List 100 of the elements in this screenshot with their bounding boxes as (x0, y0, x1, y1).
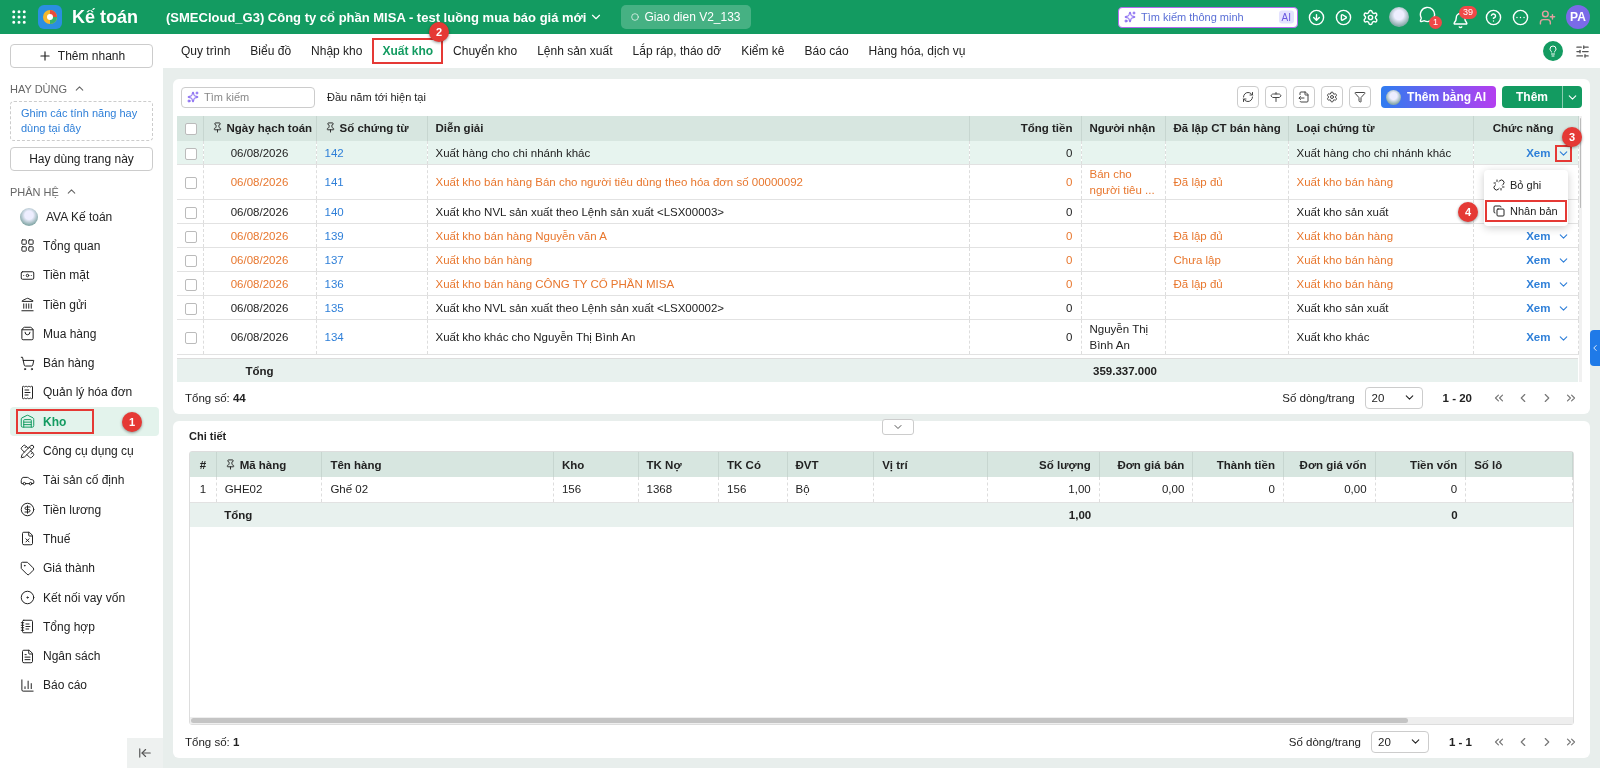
view-link[interactable]: Xem (1526, 331, 1551, 344)
tab[interactable]: Kiểm kê (733, 40, 793, 62)
sidebar-item[interactable]: AVA Kế toán (14, 202, 117, 232)
row-checkbox[interactable] (185, 177, 197, 190)
tab[interactable]: Lắp ráp, tháo dỡ (624, 40, 730, 62)
voucher-link[interactable]: 137 (324, 253, 344, 266)
sidebar-item[interactable]: Mua hàng (14, 319, 101, 349)
tab[interactable]: Hàng hóa, dịch vụ (860, 40, 974, 62)
table-row[interactable]: 06/08/2026 134 Xuất kho khác cho Nguyễn Thị Bình An 0 Nguyễn Thị Bình An Xuất kho khác Xem (177, 319, 1578, 355)
voucher-link[interactable]: 141 (324, 176, 344, 189)
tab[interactable]: Quy trình (173, 40, 239, 62)
sidebar-item[interactable]: Tổng quan (14, 231, 105, 261)
play-icon[interactable] (1335, 8, 1352, 26)
user-avatar-icon[interactable] (1389, 7, 1409, 27)
more-icon[interactable] (1512, 8, 1529, 26)
pin-icon[interactable] (211, 122, 223, 134)
page-size-select[interactable]: 20 (1364, 386, 1423, 409)
voucher-link[interactable]: 140 (324, 205, 344, 218)
view-link[interactable]: Xem (1526, 253, 1551, 266)
voucher-link[interactable]: 136 (324, 277, 344, 290)
table-row[interactable]: 06/08/2026 137 Xuất kho bán hàng 0 Chưa lập Xuất kho bán hàng Xem (177, 247, 1578, 272)
quick-add-button[interactable]: Thêm nhanh (10, 44, 153, 68)
view-link[interactable]: Xem (1526, 229, 1551, 242)
sidebar-item[interactable]: Quản lý hóa đơn (14, 377, 137, 408)
help-icon[interactable] (1485, 8, 1502, 26)
sidebar-item[interactable]: Bán hàng (14, 348, 99, 378)
table-cell: Xuất hàng cho chi nhánh khác (435, 146, 591, 159)
collapse-sidebar-icon[interactable] (127, 738, 163, 768)
table-cell: 0 (1066, 277, 1073, 290)
row-checkbox[interactable] (185, 332, 197, 345)
tab[interactable]: Chuyển kho (445, 40, 526, 62)
row-checkbox[interactable] (185, 302, 197, 315)
notification-count: 39 (1459, 5, 1477, 19)
settings-icon[interactable] (1321, 86, 1344, 109)
tab[interactable]: Biểu đồ (242, 40, 300, 62)
table-row[interactable]: 06/08/2026 135 Xuất kho NVL sản xuất theo Lệnh sản xuất <LSX00002> 0 Xuất kho sản xuất Xem (177, 295, 1578, 320)
sidebar-item[interactable]: Tổng hợp (14, 612, 99, 642)
row-checkbox[interactable] (185, 206, 197, 219)
pin-page-button[interactable]: Hay dùng trang này (10, 147, 153, 171)
download-icon[interactable] (1308, 8, 1325, 26)
table-row[interactable]: 06/08/2026 142 Xuất hàng cho chi nhánh khác 0 Xuất hàng cho chi nhánh khác Xem (177, 140, 1578, 165)
record-count: Tổng số: 44 (185, 391, 246, 404)
company-selector[interactable]: (SMECloud_G3) Công ty cổ phần MISA - test luồng mua báo giá mới (166, 9, 604, 25)
column-header: Tiền vốn (1410, 458, 1458, 471)
caret-icon[interactable] (1556, 147, 1570, 161)
step-badge: 2 (429, 22, 450, 42)
view-link[interactable]: Xem (1526, 146, 1551, 159)
add-with-ai-button[interactable]: Thêm bằng AI (1381, 86, 1496, 109)
row-checkbox[interactable] (185, 147, 197, 160)
apps-menu-icon[interactable] (10, 8, 28, 26)
collapse-detail-icon[interactable] (881, 419, 914, 435)
row-checkbox[interactable] (185, 278, 197, 291)
sidebar-item[interactable]: Tiền mặt (14, 260, 94, 290)
tab[interactable]: Lệnh sản xuất (529, 40, 621, 62)
sidebar-item[interactable]: Công cụ dụng cụ (14, 436, 138, 466)
sidebar-item[interactable]: Ngân sách (14, 641, 105, 671)
table-cell: 0 (1066, 176, 1073, 189)
voucher-link[interactable]: 134 (324, 331, 344, 344)
table-cell: Xuất kho NVL sản xuất theo Lệnh sản xuất <LSX00002> (435, 301, 725, 314)
table-row[interactable]: 06/08/2026 139 Xuất kho bán hàng Nguyễn văn A 0 Đã lập đủ Xuất kho bán hàng Xem (177, 223, 1578, 248)
refresh-icon[interactable] (1237, 86, 1260, 109)
pin-icon[interactable] (324, 122, 336, 134)
sidebar-item[interactable]: Tài sản cố định (14, 465, 129, 495)
search-field[interactable]: Tìm kiếm (181, 86, 315, 108)
profile-avatar[interactable]: PA (1566, 5, 1590, 29)
sliders-icon[interactable] (1575, 43, 1590, 59)
table-cell: 0 (1066, 146, 1073, 159)
sidebar-item[interactable]: Giá thành (14, 553, 100, 583)
side-panel-toggle-icon[interactable] (1590, 330, 1600, 366)
menu-item[interactable]: Bỏ ghi (1487, 176, 1565, 194)
sidebar-item[interactable]: Thuế (14, 524, 75, 554)
select-all-checkbox[interactable] (185, 122, 197, 135)
column-header: Đơn giá vốn (1299, 458, 1367, 471)
sidebar-item[interactable]: Báo cáo (14, 670, 92, 701)
export-icon[interactable] (1293, 86, 1316, 109)
tab[interactable]: Nhập kho (303, 40, 371, 62)
view-link[interactable]: Xem (1526, 301, 1551, 314)
signpost-icon[interactable] (1265, 86, 1288, 109)
voucher-link[interactable]: 135 (324, 301, 344, 314)
lightbulb-icon[interactable] (1543, 41, 1563, 61)
voucher-link[interactable]: 142 (324, 146, 344, 159)
pin-icon[interactable] (224, 458, 236, 470)
sidebar-item[interactable]: Kết nối vay vốn (14, 582, 130, 613)
table-cell: 0 (1066, 229, 1073, 242)
sidebar-item[interactable]: Tiền gửi (14, 289, 91, 320)
table-cell: Xuất hàng cho chi nhánh khác (1296, 146, 1452, 159)
app-name: Kế toán (72, 6, 138, 28)
voucher-link[interactable]: 139 (324, 229, 344, 242)
filter-icon[interactable] (1349, 86, 1372, 109)
menu-item[interactable]: Nhân bản (1487, 202, 1565, 220)
page-size-select[interactable]: 20 (1371, 730, 1429, 753)
sidebar-item[interactable]: Tiền lương (14, 494, 106, 525)
tab[interactable]: Xuất kho (374, 40, 442, 62)
row-checkbox[interactable] (185, 254, 197, 267)
table-row[interactable]: 06/08/2026 136 Xuất kho bán hàng CÔNG TY CỔ PHẦN MISA 0 Đã lập đủ Xuất kho bán hàng Xem (177, 271, 1578, 296)
period-filter[interactable]: Đầu năm tới hiện tại (327, 91, 426, 104)
view-link[interactable]: Xem (1526, 277, 1551, 290)
row-checkbox[interactable] (185, 230, 197, 243)
plus-icon (37, 49, 52, 63)
tab[interactable]: Báo cáo (796, 40, 857, 62)
